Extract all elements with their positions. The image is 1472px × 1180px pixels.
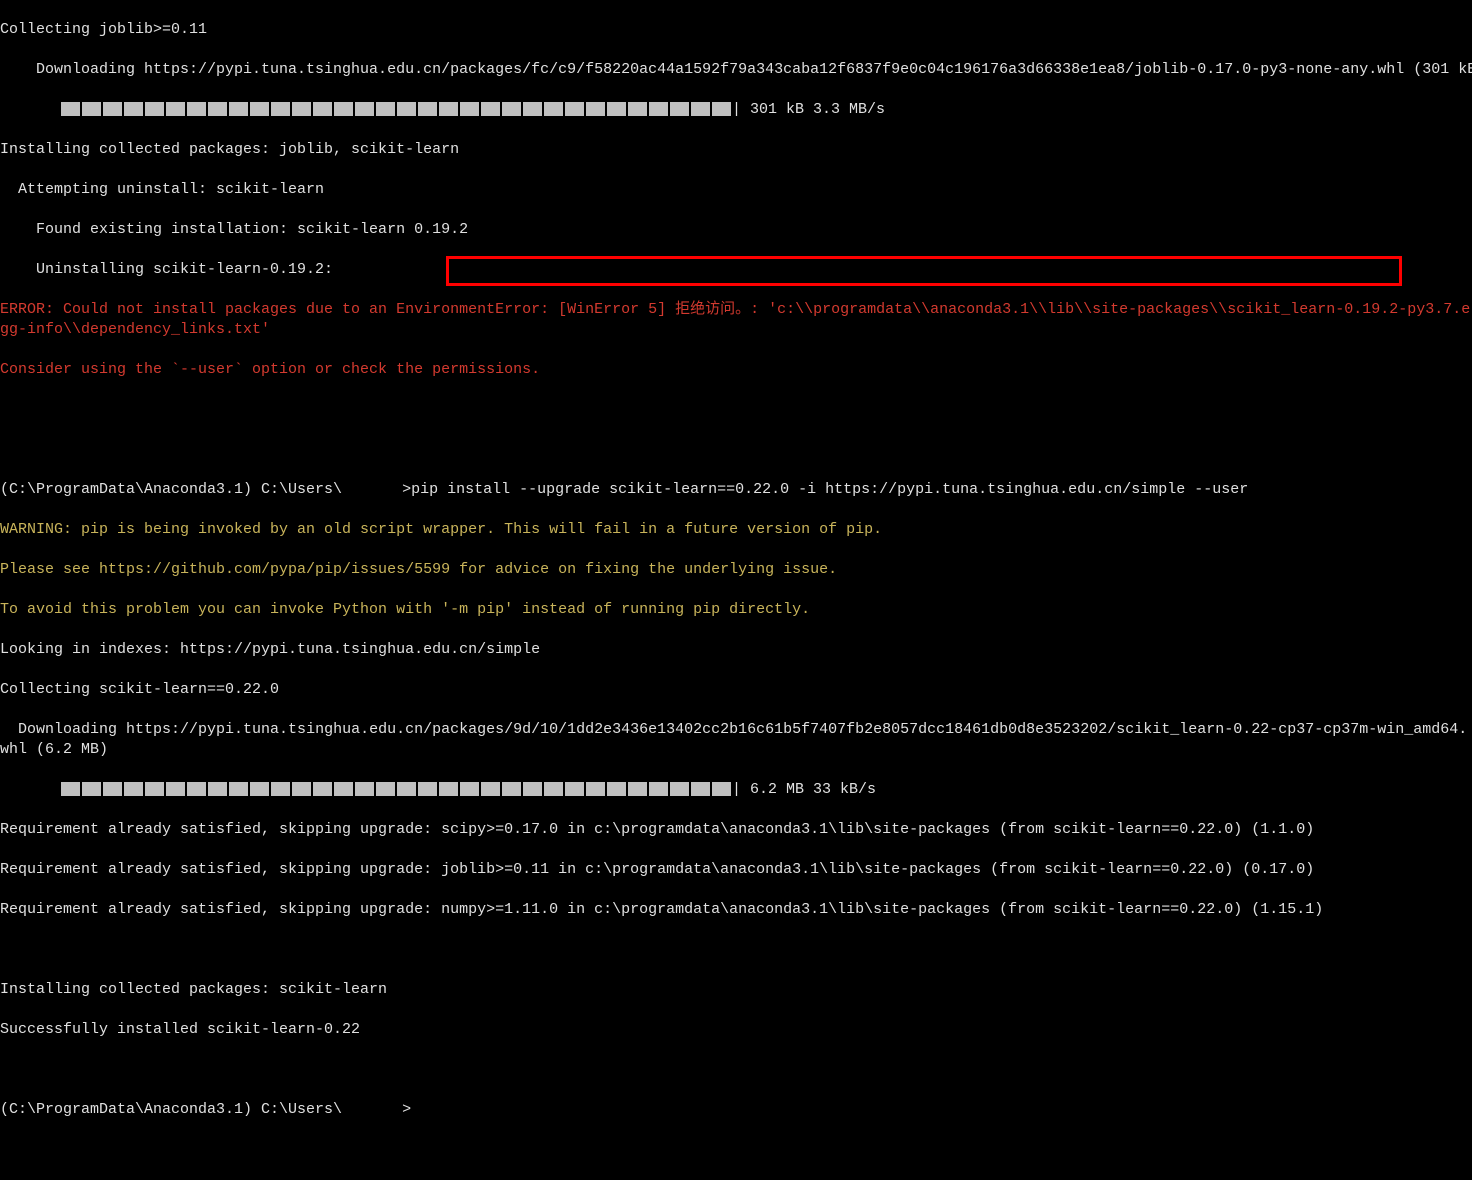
command-input[interactable]: pip install --upgrade scikit-learn==0.22…: [411, 481, 1248, 498]
prompt-line[interactable]: (C:\ProgramData\Anaconda3.1) C:\Users\>p…: [0, 480, 1472, 500]
output-line: Installing collected packages: joblib, s…: [0, 140, 1472, 160]
blank-line: [0, 1060, 1472, 1080]
error-line: Consider using the `--user` option or ch…: [0, 360, 1472, 380]
warning-line: To avoid this problem you can invoke Pyt…: [0, 600, 1472, 620]
progress-line: | 6.2 MB 33 kB/s: [0, 780, 1472, 800]
output-line: Downloading https://pypi.tuna.tsinghua.e…: [0, 60, 1472, 80]
output-line: Successfully installed scikit-learn-0.22: [0, 1020, 1472, 1040]
output-line: Installing collected packages: scikit-le…: [0, 980, 1472, 1000]
blank-line: [0, 940, 1472, 960]
error-line: ERROR: Could not install packages due to…: [0, 300, 1472, 340]
output-line: Found existing installation: scikit-lear…: [0, 220, 1472, 240]
output-line: Downloading https://pypi.tuna.tsinghua.e…: [0, 720, 1472, 760]
output-line: Requirement already satisfied, skipping …: [0, 900, 1472, 920]
prompt-line[interactable]: (C:\ProgramData\Anaconda3.1) C:\Users\>: [0, 1100, 1472, 1120]
redacted-username: [342, 482, 402, 496]
output-line: Collecting joblib>=0.11: [0, 20, 1472, 40]
progress-line: | 301 kB 3.3 MB/s: [0, 100, 1472, 120]
blank-line: [0, 400, 1472, 420]
terminal-output[interactable]: Collecting joblib>=0.11 Downloading http…: [0, 0, 1472, 1180]
warning-line: WARNING: pip is being invoked by an old …: [0, 520, 1472, 540]
blank-line: [0, 440, 1472, 460]
output-line: Looking in indexes: https://pypi.tuna.ts…: [0, 640, 1472, 660]
warning-line: Please see https://github.com/pypa/pip/i…: [0, 560, 1472, 580]
output-line: Uninstalling scikit-learn-0.19.2:: [0, 260, 1472, 280]
output-line: Collecting scikit-learn==0.22.0: [0, 680, 1472, 700]
output-line: Requirement already satisfied, skipping …: [0, 820, 1472, 840]
output-line: Attempting uninstall: scikit-learn: [0, 180, 1472, 200]
redacted-username: [342, 1102, 402, 1116]
output-line: Requirement already satisfied, skipping …: [0, 860, 1472, 880]
